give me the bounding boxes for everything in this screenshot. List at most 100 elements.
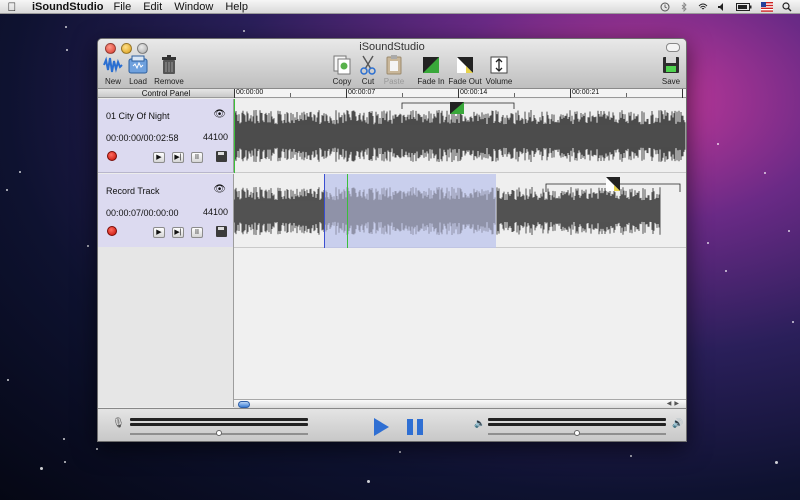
volume-envelope[interactable] [234, 99, 686, 173]
time-ruler[interactable]: 00:00:00 00:00:07 00:00:14 00:00:21 [234, 89, 686, 98]
star [66, 48, 69, 51]
save-label: Save [661, 77, 681, 86]
star [40, 466, 44, 470]
output-level-meter-left [488, 418, 666, 421]
track-name: Record Track [106, 186, 160, 196]
track-control-2[interactable]: Record Track 👁 00:00:07/00:00:00 44100 ▶… [98, 174, 234, 248]
menu-file[interactable]: File [113, 1, 131, 13]
star [629, 455, 632, 458]
ruler-marker: 00:00:14 [460, 89, 488, 96]
sample-rate: 44100 [202, 132, 228, 142]
waveform-track-2[interactable] [234, 174, 686, 248]
menu-help[interactable]: Help [225, 1, 248, 13]
input-level-meter-left [130, 418, 308, 421]
selection-start-marker[interactable] [324, 174, 325, 248]
output-volume-knob[interactable] [574, 430, 580, 436]
star [243, 30, 246, 33]
input-level-meter-right [130, 423, 308, 426]
time-machine-icon[interactable] [660, 2, 670, 12]
eye-icon[interactable]: 👁 [213, 184, 226, 195]
star [764, 171, 767, 174]
scroll-arrows-icon[interactable]: ◀▶ [667, 400, 682, 407]
ruler-marker: 00:00:07 [348, 89, 376, 96]
volume-icon[interactable] [717, 2, 727, 12]
load-label: Load [129, 77, 147, 86]
record-button[interactable] [107, 151, 117, 161]
track-time: 00:00:00/00:02:58 [106, 133, 179, 143]
star [399, 451, 402, 454]
control-panel-empty [98, 247, 234, 407]
menu-edit[interactable]: Edit [143, 1, 162, 13]
remove-button[interactable]: Remove [149, 54, 189, 86]
playhead[interactable] [347, 174, 348, 248]
star [774, 460, 778, 464]
wifi-icon[interactable] [698, 2, 708, 12]
fade-out-icon [457, 57, 473, 73]
track-name: 01 City Of Night [106, 111, 170, 121]
save-track-icon[interactable] [216, 226, 227, 237]
paste-button[interactable]: Paste [374, 54, 414, 86]
playhead[interactable] [234, 99, 235, 173]
control-panel-header: Control Panel [98, 89, 234, 98]
star [19, 171, 22, 174]
flag-icon[interactable] [761, 1, 773, 12]
battery-icon[interactable] [736, 2, 752, 12]
toolbar-toggle-button[interactable] [666, 43, 680, 52]
transport-bar: 🎙 🔈 🔊 [98, 408, 686, 441]
play-track-button[interactable]: ▶ [153, 152, 165, 163]
trash-icon [162, 55, 176, 74]
save-disk-icon [663, 57, 679, 73]
volume-button[interactable]: Volume [479, 54, 519, 86]
star [65, 26, 68, 29]
bluetooth-icon[interactable] [679, 1, 689, 12]
waveform-area[interactable] [234, 99, 686, 399]
horizontal-scrollbar[interactable]: ◀▶ [234, 399, 686, 408]
menu-bar:  iSoundStudio File Edit Window Help [0, 0, 800, 14]
load-icon [128, 55, 148, 74]
save-track-icon[interactable] [216, 151, 227, 162]
microphone-icon: 🎙 [112, 418, 125, 429]
play-next-button[interactable]: ▶| [172, 152, 184, 163]
star [6, 379, 9, 382]
menu-window[interactable]: Window [174, 1, 213, 13]
volume-adjust-icon [490, 56, 508, 74]
eye-icon[interactable]: 👁 [213, 109, 226, 120]
spotlight-icon[interactable] [782, 1, 792, 12]
star [62, 437, 65, 440]
play-track-button[interactable]: ▶ [153, 227, 165, 238]
pause-button[interactable] [407, 419, 423, 435]
window-title: iSoundStudio [359, 41, 425, 53]
fade-in-icon [423, 57, 439, 73]
record-button[interactable] [107, 226, 117, 236]
remove-label: Remove [154, 77, 184, 86]
output-level-meter-right [488, 423, 666, 426]
track-control-1[interactable]: 01 City Of Night 👁 00:00:00/00:02:58 441… [98, 99, 234, 173]
fade-in-label: Fade In [417, 77, 445, 86]
star [788, 229, 791, 232]
play-next-button[interactable]: ▶| [172, 227, 184, 238]
star [366, 480, 370, 484]
volume-envelope[interactable] [234, 174, 686, 248]
waveform-track-1[interactable] [234, 99, 686, 173]
scroll-thumb[interactable] [238, 401, 250, 408]
ruler-marker: 00:00:21 [572, 89, 600, 96]
star [96, 447, 99, 450]
star [5, 188, 8, 191]
track-time: 00:00:07/00:00:00 [106, 208, 179, 218]
pause-track-button[interactable]: II [191, 227, 203, 238]
paste-label: Paste [383, 77, 405, 86]
star [724, 269, 727, 272]
star [707, 241, 710, 244]
apple-menu-icon[interactable]:  [0, 0, 24, 14]
clipboard-icon [386, 55, 402, 75]
cut-label: Cut [361, 77, 375, 86]
sample-rate: 44100 [202, 207, 228, 217]
input-volume-knob[interactable] [216, 430, 222, 436]
play-button[interactable] [374, 418, 389, 436]
star [791, 320, 794, 323]
volume-label: Volume [485, 77, 513, 86]
save-button[interactable]: Save [651, 54, 686, 86]
pause-track-button[interactable]: II [191, 152, 203, 163]
menu-app-name[interactable]: iSoundStudio [32, 1, 103, 13]
star [717, 142, 719, 145]
